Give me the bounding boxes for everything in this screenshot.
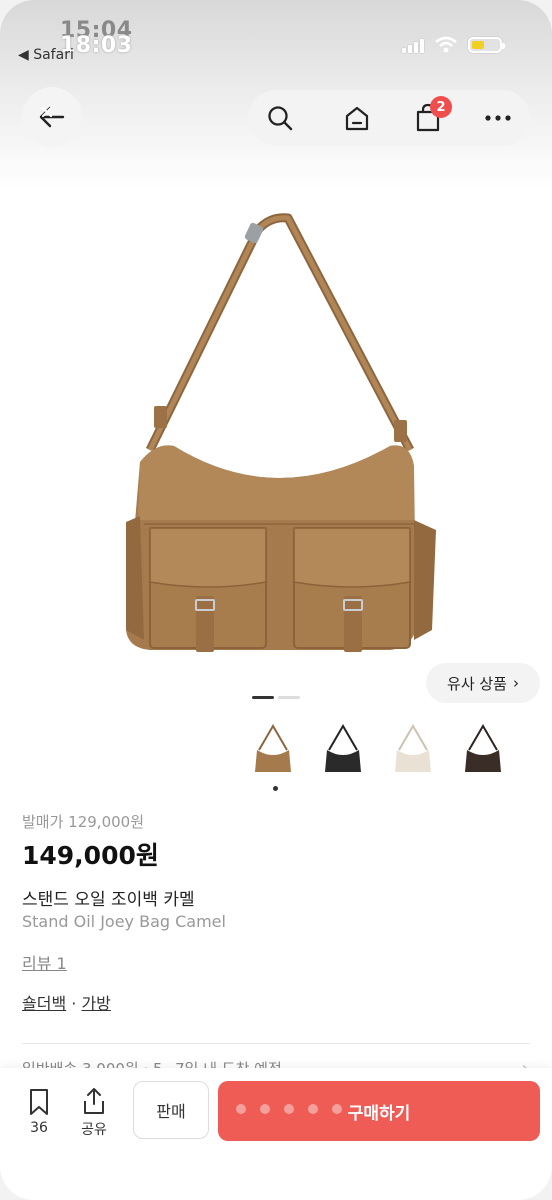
bag-thumbnail-ivory bbox=[395, 724, 431, 772]
color-option-dark-brown[interactable] bbox=[462, 718, 504, 778]
similar-products-label: 유사 상품 bbox=[447, 674, 507, 693]
category-link-shoulder-bag[interactable]: 숄더백 bbox=[22, 994, 66, 1013]
bag-thumbnail-camel bbox=[255, 724, 291, 772]
bag-thumbnail-black bbox=[325, 724, 361, 772]
category-separator: · bbox=[71, 994, 77, 1013]
more-button[interactable] bbox=[478, 100, 518, 136]
price: 149,000원 bbox=[22, 841, 159, 870]
status-icons bbox=[402, 36, 505, 54]
category-breadcrumb: 숄더백 · 가방 bbox=[22, 990, 111, 1014]
cart-count-badge: 2 bbox=[430, 96, 452, 118]
bookmark-count: 36 bbox=[30, 1120, 48, 1136]
search-button[interactable] bbox=[260, 100, 300, 136]
more-icon bbox=[485, 115, 511, 121]
selected-color-dot bbox=[273, 786, 278, 791]
color-options bbox=[252, 718, 504, 778]
color-option-ivory[interactable] bbox=[392, 718, 434, 778]
phone-screen: 15:04 18:03 ◀ Safari 2 유사 상품 › 발매가 129,0… bbox=[0, 0, 552, 1200]
similar-products-button[interactable]: 유사 상품 › bbox=[426, 663, 540, 703]
home-button[interactable] bbox=[337, 100, 377, 136]
product-name-en: Stand Oil Joey Bag Camel bbox=[22, 912, 226, 931]
bookmark-icon bbox=[30, 1089, 48, 1115]
back-button[interactable] bbox=[22, 87, 82, 147]
share-label: 공유 bbox=[81, 1122, 107, 1138]
color-option-camel[interactable] bbox=[252, 718, 294, 778]
divider bbox=[22, 1043, 530, 1044]
review-link[interactable]: 리뷰 1 bbox=[22, 950, 67, 974]
back-arrow-icon bbox=[39, 106, 65, 128]
original-price: 발매가 129,000원 bbox=[22, 813, 144, 831]
signal-icon bbox=[402, 37, 424, 53]
share-icon bbox=[84, 1088, 104, 1114]
bag-thumbnail-dark-brown bbox=[465, 724, 501, 772]
search-icon bbox=[268, 106, 293, 131]
sell-button[interactable]: 판매 bbox=[133, 1081, 209, 1139]
bookmark-button[interactable]: 36 bbox=[26, 1088, 52, 1136]
wifi-icon bbox=[435, 36, 457, 53]
gallery-indicator bbox=[278, 696, 300, 699]
product-name-ko: 스탠드 오일 조이백 카멜 bbox=[22, 890, 195, 910]
chevron-right-icon: › bbox=[512, 674, 519, 692]
color-option-black[interactable] bbox=[322, 718, 364, 778]
gallery-indicator-active bbox=[252, 696, 274, 699]
category-link-bag[interactable]: 가방 bbox=[81, 994, 110, 1013]
battery-icon bbox=[468, 37, 505, 53]
back-to-safari-link[interactable]: ◀ Safari bbox=[18, 47, 74, 63]
home-icon bbox=[345, 106, 369, 131]
product-image[interactable] bbox=[110, 210, 442, 660]
loading-dots bbox=[236, 1104, 342, 1114]
share-button[interactable]: 공유 bbox=[80, 1086, 108, 1139]
